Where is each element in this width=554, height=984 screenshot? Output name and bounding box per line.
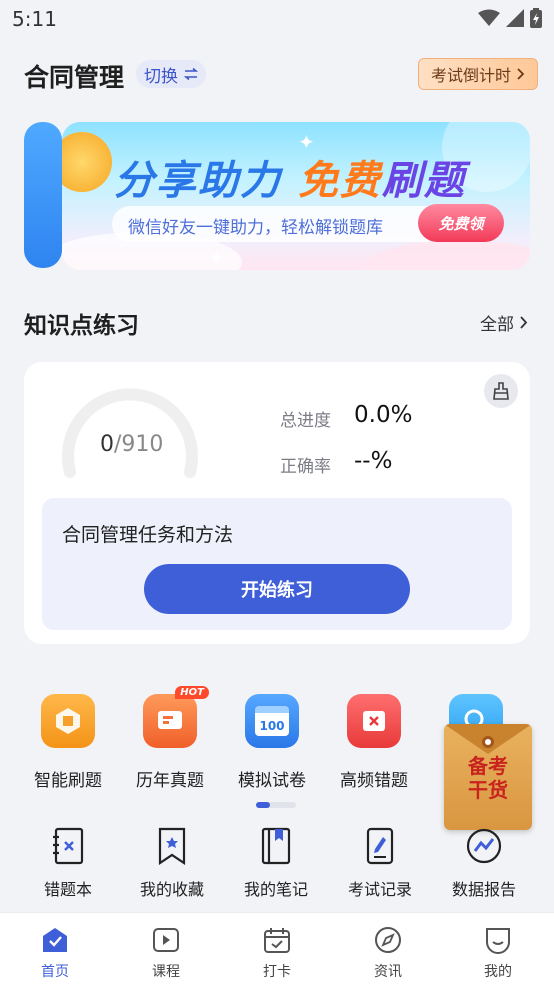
mock-exam-icon: 100 [245,694,299,748]
mistake-book-icon [48,826,88,866]
tab-home[interactable]: 首页 [5,925,105,981]
tool-frequent-mistakes[interactable]: 高频错题 [324,694,424,791]
banner-prev-slide[interactable] [24,122,62,268]
banner-free-button[interactable]: 免费领 [418,204,504,242]
gauge-count: 0/910 [100,432,163,457]
banner-carousel[interactable]: ✦ ✦ 分享助力 免费刷题 微信好友一键助力，轻松解锁题库 免费领 [24,122,530,270]
tab-label: 打卡 [263,964,291,980]
frequent-mistakes-icon [347,694,401,748]
tool-past-exams[interactable]: HOT 历年真题 [120,686,220,791]
bottom-tab-bar: 首页 课程 打卡 资讯 我的 [0,912,554,984]
shortcut-bookmarks[interactable]: 我的收藏 [122,826,222,900]
wifi-icon [478,9,500,26]
page-title: 合同管理 [24,63,125,92]
total-count: /910 [114,432,164,457]
bookmark-icon [152,826,192,866]
chevron-right-icon [517,68,525,80]
shortcut-label: 数据报告 [451,880,516,899]
tools-pager [256,802,296,808]
tab-label: 课程 [152,964,180,980]
see-all-label: 全部 [480,315,514,335]
shortcut-label: 错题本 [43,880,92,899]
shortcut-notes[interactable]: 我的笔记 [226,826,326,900]
exam-countdown-button[interactable]: 考试倒计时 [417,58,538,90]
progress-label: 总进度 [280,411,331,431]
header: 合同管理 切换 考试倒计时 [0,50,554,98]
tab-checkin[interactable]: 打卡 [227,925,327,981]
profile-icon [483,925,513,955]
tab-label: 我的 [484,964,512,980]
accuracy-value: --% [354,448,393,474]
compass-icon [373,925,403,955]
share-banner[interactable]: ✦ ✦ 分享助力 免费刷题 微信好友一键助力，轻松解锁题库 免费领 [62,122,530,270]
tool-label: 模拟试卷 [238,771,306,791]
envelope-seal [482,736,494,748]
status-icons [478,8,542,28]
task-name: 合同管理任务和方法 [62,524,234,546]
chevron-right-icon [520,316,528,329]
start-practice-button[interactable]: 开始练习 [144,564,410,614]
tool-mock-exam[interactable]: 100 模拟试卷 [222,694,322,791]
clear-progress-button[interactable] [484,374,518,408]
switch-label: 切换 [144,66,178,87]
tab-news[interactable]: 资讯 [338,925,438,981]
shortcut-mistake-book[interactable]: 错题本 [18,826,118,900]
progress-gauge [62,388,198,478]
past-exams-icon: HOT [143,686,209,748]
banner-title-part2: 免费 [297,158,382,204]
promo-text: 备考 干货 [450,754,526,802]
calendar-checkin-icon [262,925,292,955]
promo-line1: 备考 [468,754,508,778]
course-icon [151,925,181,955]
see-all-link[interactable]: 全部 [480,310,528,335]
shortcut-exam-records[interactable]: 考试记录 [330,826,430,900]
accuracy-label: 正确率 [280,457,331,477]
task-box: 合同管理任务和方法 开始练习 [42,498,512,630]
banner-title-part3: 刷题 [381,158,466,204]
pager-active-indicator [256,802,270,808]
practice-card: 0/910 总进度 0.0% 正确率 --% 合同管理任务和方法 开始练习 [24,362,530,644]
coin-decoration [62,132,112,192]
done-count: 0 [100,432,114,457]
shortcuts-row: 错题本 我的收藏 我的笔记 考试记录 数据报告 [0,826,554,902]
tab-label: 首页 [41,964,69,980]
tool-smart-practice[interactable]: 智能刷题 [18,694,118,791]
tab-profile[interactable]: 我的 [448,925,548,981]
tool-label: 智能刷题 [34,771,102,791]
promo-line2: 干货 [468,778,508,802]
notebook-icon [256,826,296,866]
smart-practice-icon [41,694,95,748]
tab-label: 资讯 [374,964,402,980]
tool-label: 高频错题 [340,771,408,791]
shortcut-label: 考试记录 [347,880,412,899]
home-icon [40,925,70,955]
shortcut-label: 我的笔记 [243,880,308,899]
exam-record-icon [360,826,400,866]
cloud-decoration [362,240,530,270]
data-report-icon [464,826,504,866]
hot-badge: HOT [175,686,209,699]
banner-subtitle: 微信好友一键助力，轻松解锁题库 [128,218,383,238]
signal-icon [506,9,524,27]
tool-label: 历年真题 [136,771,204,791]
mock-exam-number: 100 [259,719,285,733]
status-time: 5:11 [12,7,57,31]
status-bar: 5:11 [0,0,554,40]
sparkle-icon: ✦ [208,246,225,270]
broom-icon [493,382,509,400]
countdown-label: 考试倒计时 [430,66,511,85]
swap-icon [184,68,198,80]
study-materials-promo[interactable]: 备考 干货 [444,724,532,830]
progress-value: 0.0% [354,402,413,428]
tab-course[interactable]: 课程 [116,925,216,981]
battery-icon [530,8,542,28]
section-title: 知识点练习 [24,313,139,339]
shortcut-label: 我的收藏 [139,880,204,899]
banner-title-part1: 分享助力 [114,158,282,204]
shortcut-data-report[interactable]: 数据报告 [434,826,534,900]
banner-title: 分享助力 免费刷题 [114,148,466,206]
switch-subject-button[interactable]: 切换 [136,60,206,88]
